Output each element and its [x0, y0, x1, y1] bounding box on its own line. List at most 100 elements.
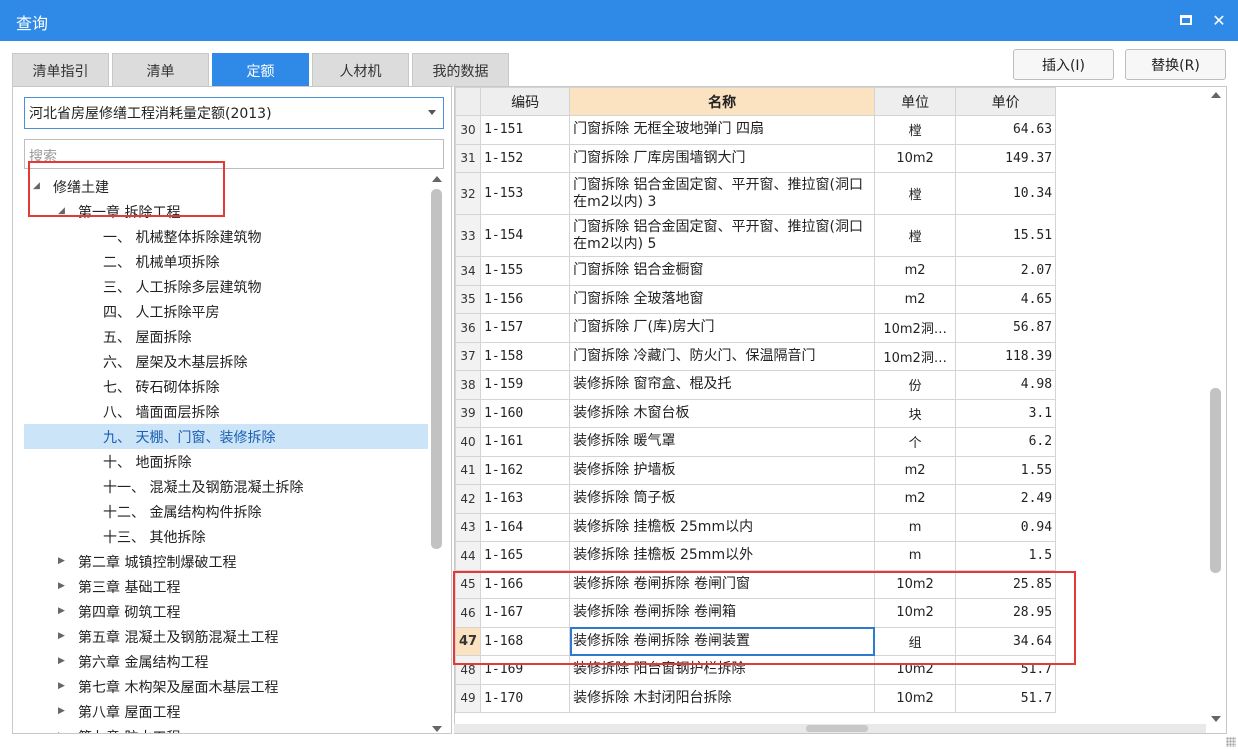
- cell-code[interactable]: 1-151: [480, 115, 571, 145]
- cell-code[interactable]: 1-166: [480, 569, 571, 599]
- cell-price[interactable]: 1.55: [955, 455, 1057, 485]
- cell-unit[interactable]: 樘: [874, 172, 957, 215]
- cell-no[interactable]: 43: [455, 512, 482, 542]
- replace-button[interactable]: 替换(R): [1125, 49, 1226, 80]
- cell-code[interactable]: 1-164: [480, 512, 571, 542]
- cell-code[interactable]: 1-154: [480, 214, 571, 257]
- cell-name[interactable]: 门窗拆除 冷藏门、防火门、保温隔音门: [569, 341, 876, 371]
- table-scrollbar[interactable]: [1208, 88, 1224, 728]
- cell-no[interactable]: 32: [455, 172, 482, 215]
- cell-price[interactable]: 10.34: [955, 172, 1057, 215]
- cell-name[interactable]: 门窗拆除 无框全玻地弹门 四扇: [569, 115, 876, 145]
- cell-unit[interactable]: 樘: [874, 214, 957, 257]
- tree-item[interactable]: 十、 地面拆除: [24, 449, 428, 474]
- tree-item[interactable]: 三、 人工拆除多层建筑物: [24, 274, 428, 299]
- cell-code[interactable]: 1-160: [480, 398, 571, 428]
- cell-code[interactable]: 1-162: [480, 455, 571, 485]
- cell-no[interactable]: 46: [455, 598, 482, 628]
- cell-name[interactable]: 门窗拆除 厂库房围墙钢大门: [569, 143, 876, 173]
- cell-unit[interactable]: 个: [874, 427, 957, 457]
- cell-no[interactable]: 45: [455, 569, 482, 599]
- cell-unit[interactable]: 10m2: [874, 143, 957, 173]
- cell-unit[interactable]: m2: [874, 284, 957, 314]
- cell-code[interactable]: 1-167: [480, 598, 571, 628]
- cell-name[interactable]: 门窗拆除 铝合金橱窗: [569, 256, 876, 286]
- collapsed-arrow-icon[interactable]: ▶: [58, 731, 68, 733]
- expanded-arrow-icon[interactable]: ◢: [33, 181, 43, 191]
- cell-no[interactable]: 41: [455, 455, 482, 485]
- insert-button[interactable]: 插入(I): [1013, 49, 1114, 80]
- cell-code[interactable]: 1-165: [480, 541, 571, 571]
- collapsed-arrow-icon[interactable]: ▶: [58, 556, 68, 566]
- cell-code[interactable]: 1-170: [480, 683, 571, 713]
- header-price[interactable]: 单价: [955, 87, 1057, 116]
- cell-price[interactable]: 118.39: [955, 341, 1057, 371]
- cell-name[interactable]: 装修拆除 阳台窗钢护栏拆除: [569, 655, 876, 685]
- table-row[interactable]: 48 1-169 装修拆除 阳台窗钢护栏拆除 10m2 51.7: [455, 655, 1057, 685]
- table-row[interactable]: 36 1-157 门窗拆除 厂(库)房大门 10m2洞… 56.87: [455, 313, 1057, 343]
- cell-name[interactable]: 装修拆除 卷闸拆除 卷闸门窗: [569, 569, 876, 599]
- table-row[interactable]: 33 1-154 门窗拆除 铝合金固定窗、平开窗、推拉窗(洞口在m2以内) 5 樘 15…: [455, 214, 1057, 257]
- tree-item[interactable]: ▶ 第四章 砌筑工程: [24, 599, 428, 624]
- table-row[interactable]: 37 1-158 门窗拆除 冷藏门、防火门、保温隔音门 10m2洞… 118.39: [455, 341, 1057, 371]
- cell-name[interactable]: 装修拆除 护墙板: [569, 455, 876, 485]
- tree-item[interactable]: ▶ 第六章 金属结构工程: [24, 649, 428, 674]
- table-row[interactable]: 35 1-156 门窗拆除 全玻落地窗 m2 4.65: [455, 284, 1057, 314]
- cell-unit[interactable]: 10m2: [874, 598, 957, 628]
- cell-code[interactable]: 1-155: [480, 256, 571, 286]
- tab-1[interactable]: 清单: [112, 53, 209, 87]
- tree-item[interactable]: ▶ 第九章 防水工程: [24, 724, 428, 734]
- cell-price[interactable]: 28.95: [955, 598, 1057, 628]
- scroll-thumb[interactable]: [431, 189, 442, 549]
- cell-name[interactable]: 门窗拆除 厂(库)房大门: [569, 313, 876, 343]
- tree-item[interactable]: 五、 屋面拆除: [24, 324, 428, 349]
- cell-no[interactable]: 34: [455, 256, 482, 286]
- tree-item[interactable]: 十一、 混凝土及钢筋混凝土拆除: [24, 474, 428, 499]
- scroll-down-icon[interactable]: [1211, 716, 1221, 722]
- cell-unit[interactable]: 10m2: [874, 683, 957, 713]
- hscroll-thumb[interactable]: [806, 725, 868, 732]
- table-row[interactable]: 47 1-168 装修拆除 卷闸拆除 卷闸装置组 34.64: [455, 626, 1057, 656]
- table-row[interactable]: 40 1-161 装修拆除 暖气罩个 6.2: [455, 427, 1057, 457]
- cell-price[interactable]: 51.7: [955, 683, 1057, 713]
- table-row[interactable]: 41 1-162 装修拆除 护墙板 m2 1.55: [455, 455, 1057, 485]
- tree-item[interactable]: ◢ 修缮土建: [24, 174, 428, 199]
- tree-item[interactable]: ▶ 第二章 城镇控制爆破工程: [24, 549, 428, 574]
- tree-item[interactable]: 七、 砖石砌体拆除: [24, 374, 428, 399]
- cell-name[interactable]: 装修拆除 卷闸拆除 卷闸装置: [569, 626, 876, 656]
- table-hscrollbar[interactable]: [454, 724, 1206, 733]
- cell-name[interactable]: 装修拆除 卷闸拆除 卷闸箱: [569, 598, 876, 628]
- cell-price[interactable]: 0.94: [955, 512, 1057, 542]
- cell-price[interactable]: 56.87: [955, 313, 1057, 343]
- table-row[interactable]: 31 1-152 门窗拆除 厂库房围墙钢大门 10m2 149.37: [455, 143, 1057, 173]
- cell-code[interactable]: 1-156: [480, 284, 571, 314]
- close-button[interactable]: ✕: [1205, 6, 1233, 34]
- tab-3[interactable]: 人材机: [312, 53, 409, 87]
- cell-no[interactable]: 40: [455, 427, 482, 457]
- cell-unit[interactable]: m: [874, 541, 957, 571]
- tree-item[interactable]: 二、 机械单项拆除: [24, 249, 428, 274]
- table-row[interactable]: 46 1-167 装修拆除 卷闸拆除 卷闸箱 10m2 28.95: [455, 598, 1057, 628]
- table-row[interactable]: 39 1-160 装修拆除 木窗台板块 3.1: [455, 398, 1057, 428]
- header-code[interactable]: 编码: [480, 87, 571, 116]
- cell-price[interactable]: 1.5: [955, 541, 1057, 571]
- tree-item[interactable]: 四、 人工拆除平房: [24, 299, 428, 324]
- expanded-arrow-icon[interactable]: ◢: [58, 206, 68, 216]
- cell-unit[interactable]: m2: [874, 484, 957, 514]
- cell-no[interactable]: 36: [455, 313, 482, 343]
- cell-unit[interactable]: 10m2: [874, 569, 957, 599]
- header-unit[interactable]: 单位: [874, 87, 957, 116]
- collapsed-arrow-icon[interactable]: ▶: [58, 606, 68, 616]
- cell-no[interactable]: 30: [455, 115, 482, 145]
- cell-name[interactable]: 门窗拆除 铝合金固定窗、平开窗、推拉窗(洞口在m2以内) 3: [569, 172, 876, 215]
- table-row[interactable]: 38 1-159 装修拆除 窗帘盒、棍及托份 4.98: [455, 370, 1057, 400]
- cell-price[interactable]: 3.1: [955, 398, 1057, 428]
- table-row[interactable]: 32 1-153 门窗拆除 铝合金固定窗、平开窗、推拉窗(洞口在m2以内) 3 樘 10…: [455, 172, 1057, 215]
- collapsed-arrow-icon[interactable]: ▶: [58, 656, 68, 666]
- cell-name[interactable]: 装修拆除 木窗台板: [569, 398, 876, 428]
- cell-price[interactable]: 4.98: [955, 370, 1057, 400]
- scroll-up-icon[interactable]: [432, 176, 442, 182]
- cell-price[interactable]: 2.07: [955, 256, 1057, 286]
- cell-code[interactable]: 1-159: [480, 370, 571, 400]
- maximize-button[interactable]: [1172, 6, 1200, 34]
